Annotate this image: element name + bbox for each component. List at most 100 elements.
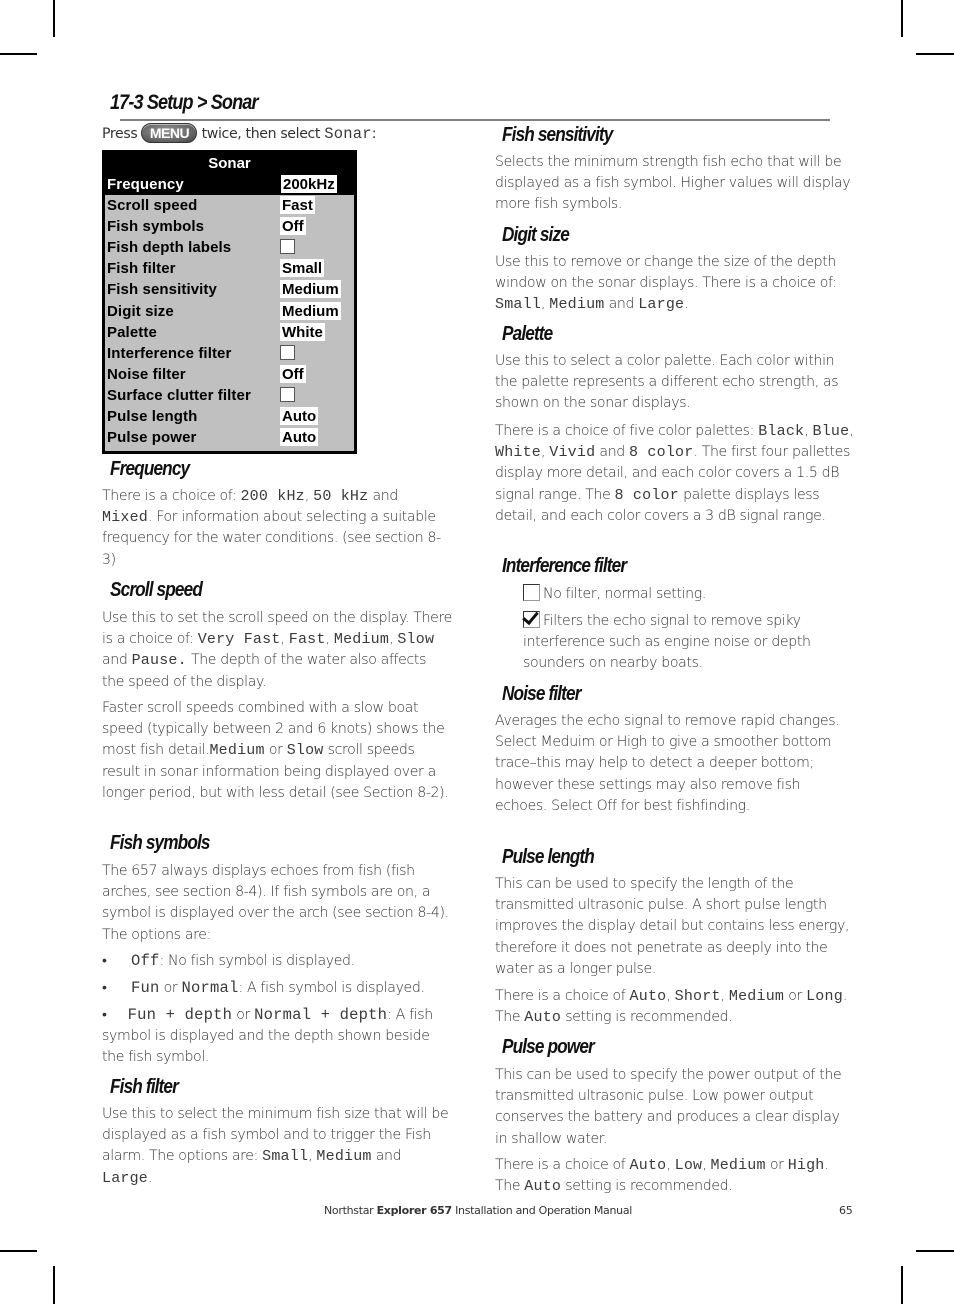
inline-code: Large [102,1169,149,1187]
sonar-menu-label: Palette [107,323,157,341]
sonar-menu-value[interactable]: Fast [280,196,315,215]
crop-mark [901,0,903,37]
inline-code: Medium [316,1148,372,1166]
paragraph-scroll-speed-detail: Faster scroll speeds combined with a slo… [102,698,452,804]
sonar-menu-value[interactable]: Medium [280,280,341,299]
sonar-menu-row[interactable]: Surface clutter filter [105,385,354,406]
sonar-menu-row[interactable]: Pulse length Auto [105,406,354,427]
inline-code: White [495,444,542,462]
inline-code: 50 kHz [313,488,369,505]
sonar-menu-row[interactable]: Noise filter Off [105,364,354,385]
sonar-menu-checkbox[interactable] [280,239,295,255]
instruction-text: Press [102,126,138,142]
text-span: . For information about selecting a suit… [102,509,441,568]
sonar-menu-value[interactable]: Medium [280,301,341,320]
sonar-menu-label: Surface clutter filter [107,386,251,404]
sonar-menu-row[interactable]: Fish depth labels [105,237,354,258]
text-span: and [102,652,132,669]
inline-code: Medium [728,988,785,1005]
text-span: . [684,296,689,313]
sonar-menu-value[interactable]: White [280,322,325,341]
inline-code: Medium [710,1157,766,1174]
inline-code: Small [495,296,542,314]
text-span: and [595,444,630,461]
crop-mark [901,1266,903,1304]
text-span: Fun + depth or Normal + depth: A fish sy… [102,1006,433,1065]
heading-frequency: Frequency [110,458,190,480]
inline-code: Long [806,988,843,1005]
sonar-menu-row[interactable]: Fish symbols Off [105,216,354,237]
inline-code: Fun [131,979,160,997]
text-span: . [148,1169,153,1186]
sonar-menu-row[interactable]: Palette White [105,322,354,343]
sonar-menu-value[interactable]: Off [280,217,306,236]
inline-code: 200 kHz [240,488,305,505]
inline-code: High [787,1157,825,1174]
sonar-menu-row[interactable]: Scroll speed Fast [105,195,354,216]
sonar-menu-checkbox[interactable] [280,386,295,402]
list-item: • Fun + depth or Normal + depth: A fish s… [102,1005,452,1069]
text-span: • [102,953,107,969]
crop-mark [0,53,37,55]
paragraph-scroll-speed: Use this to set the scroll speed on the … [102,608,452,693]
sonar-menu-row[interactable]: Frequency 200kHz [105,174,354,196]
checkbox-checked-icon [523,611,540,628]
page-number: 65 [839,1204,853,1217]
sonar-menu-row[interactable]: Fish sensitivity Medium [105,279,354,300]
inline-code: Small [262,1148,309,1166]
text-span: , [666,988,675,1004]
sonar-menu-row[interactable]: Digit size Medium [105,301,354,322]
paragraph-fish-symbols: The 657 always displays echoes from fish… [102,863,449,943]
text-span: and [368,488,398,504]
paragraph-pulse-length: This can be used to specify the length o… [495,876,850,977]
inline-code: Medium [333,631,390,649]
list-item: • Off: No fish symbol is displayed. [102,951,452,972]
heading-fish-filter: Fish filter [110,1076,179,1098]
paragraph-fish-filter: Use this to select the minimum fish size… [102,1104,452,1189]
interference-option-off: No filter, normal setting. [523,584,858,605]
inline-code: Normal + depth [254,1006,388,1024]
inline-code: Low [674,1157,703,1174]
inline-code: Very Fast [197,631,281,649]
inline-code: 8 color [629,444,694,462]
inline-code: Slow [286,742,324,760]
sonar-menu-label: Fish sensitivity [107,281,217,299]
paragraph-pulse-power-choices: There is a choice of Auto, Low, Medium o… [495,1155,855,1197]
list-item: • Fun or Normal: A fish symbol is display… [102,978,452,999]
text-span: Off: No fish symbol is displayed. [102,952,355,970]
paragraph-palette: Use this to select a color palette. Each… [495,353,839,412]
inline-code: Auto [524,1178,562,1196]
sonar-menu-value[interactable]: Small [280,259,325,278]
text-span: There is a choice of [495,1157,630,1173]
text-span: There is a choice of: [102,488,241,504]
inline-code: Black [758,423,805,440]
sonar-menu-value[interactable]: Auto [280,428,319,447]
inline-code: Auto [629,988,667,1005]
menu-instruction: Press MENU twice, then select Sonar: [102,122,377,145]
sonar-menu-value[interactable]: Off [280,364,306,383]
sonar-menu-row[interactable]: Interference filter [105,343,354,364]
sonar-menu-row[interactable]: Fish filter Small [105,258,354,279]
sonar-menu-checkbox[interactable] [280,344,295,360]
sonar-menu-row[interactable]: Pulse power Auto [105,427,354,448]
paragraph-digit-size: Use this to remove or change the size of… [495,252,855,316]
sonar-menu-label: Interference filter [107,344,232,362]
paragraph-frequency: There is a choice of: 200 kHz, 50 kHz an… [102,486,452,571]
text-span: or [264,742,287,759]
heading-interference-filter: Interference filter [502,555,627,577]
sonar-menu-value[interactable]: Auto [280,407,319,426]
inline-code: Blue [812,423,850,440]
sonar-menu-screenshot: Sonar Frequency 200kHz Scroll speed Fast Fis… [102,150,357,454]
text-span: Explorer 657 [376,1204,453,1217]
paragraph-palette-choices: There is a choice of five color palettes… [495,421,855,527]
crop-mark [916,53,954,55]
inline-code: Mixed [102,509,149,527]
heading-fish-sensitivity: Fish sensitivity [502,124,613,146]
text-span: , [702,1157,711,1173]
footer-title: Northstar Explorer 657 Installation and … [324,1204,632,1217]
text-span: There is a choice of five color palettes… [495,423,759,439]
sonar-menu-value[interactable]: 200kHz [280,174,338,194]
text-span: setting is recommended. [561,1178,733,1195]
inline-code: Vivid [549,444,596,462]
text-span: Installation and Operation Manual [451,1204,633,1217]
